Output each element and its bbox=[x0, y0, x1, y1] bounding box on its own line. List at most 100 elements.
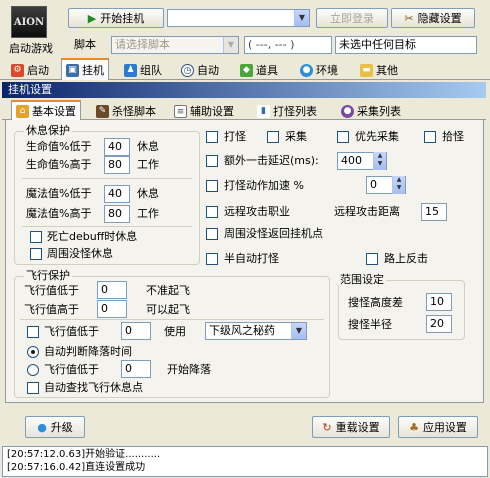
chevron-down-icon: ▼ bbox=[294, 10, 309, 26]
folder-icon: ▬ bbox=[360, 63, 373, 77]
speed-up-checkbox[interactable] bbox=[206, 180, 218, 192]
log-line: [20:57:12.0.63]开始验证........... bbox=[7, 449, 161, 460]
fly-low-input[interactable]: 0 bbox=[97, 281, 127, 299]
divider bbox=[22, 178, 192, 179]
land-note: 开始降落 bbox=[167, 363, 211, 376]
globe-icon: ● bbox=[37, 420, 47, 434]
pen-icon: ✎ bbox=[96, 104, 109, 118]
subtab-gather-list[interactable]: ● 采集列表 bbox=[337, 102, 405, 120]
clock-icon: ◷ bbox=[181, 63, 194, 77]
ranged-dist-label: 远程攻击距离 bbox=[334, 205, 400, 218]
fly-low-label: 飞行值低于 bbox=[24, 284, 79, 297]
tab-other[interactable]: ▬ 其他 bbox=[356, 61, 402, 79]
tab-launch[interactable]: ⚙ 启动 bbox=[7, 61, 53, 79]
hp-high-input[interactable]: 80 bbox=[104, 156, 130, 174]
target-display: 未选中任何目标 bbox=[335, 36, 477, 54]
tools-icon: ✂ bbox=[404, 11, 414, 25]
subtab-basic[interactable]: ⌂ 基本设置 bbox=[11, 100, 81, 120]
coords-display: ( ---, --- ) bbox=[244, 36, 332, 54]
mp-low-label: 魔法值%低于 bbox=[26, 187, 92, 200]
hp-low-rest-label: 休息 bbox=[137, 140, 159, 153]
debuff-rest-checkbox[interactable] bbox=[30, 231, 42, 243]
radius-input[interactable]: 20 bbox=[426, 315, 452, 333]
attack-label: 打怪 bbox=[224, 130, 246, 143]
fly-high-input[interactable]: 0 bbox=[97, 300, 127, 318]
debuff-rest-label: 死亡debuff时休息 bbox=[47, 230, 138, 243]
reload-button[interactable]: ↻ 重载设置 bbox=[312, 416, 390, 438]
hide-settings-button[interactable]: ✂ 隐藏设置 bbox=[391, 8, 475, 28]
start-hook-button[interactable]: ▶ 开始挂机 bbox=[68, 8, 164, 28]
around-rest-checkbox[interactable] bbox=[30, 248, 42, 260]
bar-chart-icon: ▮ bbox=[257, 104, 270, 118]
height-label: 搜怪高度差 bbox=[348, 296, 403, 309]
play-icon: ▶ bbox=[87, 11, 97, 25]
apply-button[interactable]: ♣ 应用设置 bbox=[398, 416, 478, 438]
script-label: 脚本 bbox=[74, 38, 96, 51]
around-rest-label: 周围没怪休息 bbox=[47, 247, 113, 260]
ranged-job-label: 远程攻击职业 bbox=[224, 205, 290, 218]
tab-items[interactable]: ◆ 道具 bbox=[236, 61, 282, 79]
extra-delay-spinner[interactable]: ▲ ▼ bbox=[373, 152, 386, 170]
no-mob-return-checkbox[interactable] bbox=[206, 228, 218, 240]
gather-checkbox[interactable] bbox=[267, 131, 279, 143]
globe-icon: ● bbox=[341, 104, 354, 118]
height-input[interactable]: 10 bbox=[426, 293, 452, 311]
globe-icon: ● bbox=[300, 63, 313, 77]
find-rest-checkbox[interactable] bbox=[27, 382, 39, 394]
land-low-radio[interactable] bbox=[27, 364, 39, 376]
attack-checkbox[interactable] bbox=[206, 131, 218, 143]
start-game-label[interactable]: 启动游戏 bbox=[9, 42, 53, 56]
ranged-job-checkbox[interactable] bbox=[206, 206, 218, 218]
section-title: 挂机设置 bbox=[8, 83, 52, 96]
tab-team[interactable]: ♟ 组队 bbox=[120, 61, 166, 79]
divider bbox=[20, 319, 324, 320]
login-button[interactable]: 立即登录 bbox=[316, 8, 388, 28]
radius-label: 搜怪半径 bbox=[348, 318, 392, 331]
pickup-checkbox[interactable] bbox=[424, 131, 436, 143]
section-title-bar bbox=[2, 82, 486, 98]
potion-select[interactable]: 下级风之秘药 ▼ bbox=[205, 322, 307, 340]
fly-use-checkbox[interactable] bbox=[27, 326, 39, 338]
find-rest-label: 自动查找飞行休息点 bbox=[44, 381, 143, 394]
home-icon: ⌂ bbox=[16, 104, 29, 118]
no-mob-return-label: 周围没怪返回挂机点 bbox=[224, 227, 323, 240]
fly-high-note: 可以起飞 bbox=[146, 303, 190, 316]
chevron-down-icon: ▼ bbox=[291, 323, 306, 339]
subtab-monster-list[interactable]: ▮ 打怪列表 bbox=[253, 102, 321, 120]
land-low-input[interactable]: 0 bbox=[121, 360, 151, 378]
road-counter-checkbox[interactable] bbox=[366, 253, 378, 265]
ranged-dist-input[interactable]: 15 bbox=[421, 203, 447, 221]
extra-delay-label: 额外一击延迟(ms): bbox=[224, 154, 319, 167]
script-select[interactable]: 请选择脚本 ▼ bbox=[111, 36, 239, 54]
speed-up-spinner[interactable]: ▲ ▼ bbox=[392, 176, 405, 194]
hp-low-input[interactable]: 40 bbox=[104, 138, 130, 156]
hp-high-label: 生命值%高于 bbox=[26, 158, 92, 171]
mp-high-input[interactable]: 80 bbox=[104, 205, 130, 223]
divider bbox=[22, 226, 192, 227]
speed-up-label: 打怪动作加速 % bbox=[224, 179, 304, 192]
gear-icon: ⚙ bbox=[11, 63, 24, 77]
gather-label: 采集 bbox=[285, 130, 307, 143]
auto-land-label: 自动判断降落时间 bbox=[44, 345, 132, 358]
semi-auto-checkbox[interactable] bbox=[206, 253, 218, 265]
log-line: [20:57:16.0.42]直连设置成功 bbox=[7, 462, 146, 473]
subtab-kill-script[interactable]: ✎ 杀怪脚本 bbox=[92, 102, 160, 120]
tab-auto[interactable]: ◷ 自动 bbox=[177, 61, 223, 79]
team-icon: ♟ bbox=[124, 63, 137, 77]
subtab-assist[interactable]: ≡ 辅助设置 bbox=[170, 102, 238, 120]
auto-land-radio[interactable] bbox=[27, 346, 39, 358]
pickup-label: 拾怪 bbox=[442, 130, 464, 143]
extra-delay-checkbox[interactable] bbox=[206, 155, 218, 167]
tab-env[interactable]: ● 环境 bbox=[296, 61, 342, 79]
gather-first-label: 优先采集 bbox=[355, 130, 399, 143]
mp-high-label: 魔法值%高于 bbox=[26, 207, 92, 220]
fly-use-low-input[interactable]: 0 bbox=[121, 322, 151, 340]
gather-first-checkbox[interactable] bbox=[337, 131, 349, 143]
mp-low-input[interactable]: 40 bbox=[104, 185, 130, 203]
fly-low-note: 不准起飞 bbox=[146, 284, 190, 297]
role-select[interactable]: ▼ bbox=[167, 9, 310, 27]
log-panel[interactable]: [20:57:12.0.63]开始验证........... [20:57:16… bbox=[2, 446, 488, 477]
mp-low-rest-label: 休息 bbox=[137, 187, 159, 200]
tab-hook[interactable]: ▣ 挂机 bbox=[61, 58, 109, 80]
upgrade-button[interactable]: ● 升级 bbox=[25, 416, 85, 438]
